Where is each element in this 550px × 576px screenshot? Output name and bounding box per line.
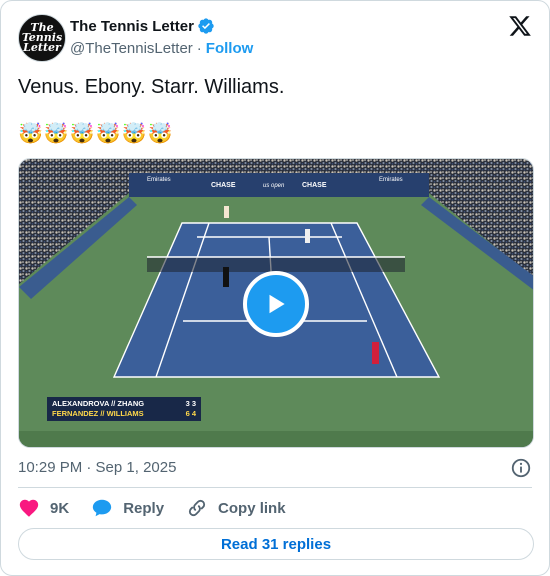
copy-link-button[interactable]: Copy link bbox=[186, 497, 286, 519]
handle-row: @TheTennisLetter · Follow bbox=[70, 40, 253, 57]
divider bbox=[18, 487, 532, 488]
x-logo-icon[interactable] bbox=[508, 14, 532, 38]
banner-chase-1: CHASE bbox=[211, 182, 236, 189]
reply-button[interactable]: Reply bbox=[91, 497, 164, 519]
action-bar: 9K Reply Copy link bbox=[18, 497, 308, 519]
info-icon[interactable] bbox=[510, 457, 532, 479]
play-icon bbox=[269, 294, 285, 314]
display-name[interactable]: The Tennis Letter bbox=[70, 18, 194, 35]
banner-chase-2: CHASE bbox=[302, 182, 327, 189]
reply-label: Reply bbox=[123, 499, 165, 517]
author-name-row: The Tennis Letter bbox=[70, 17, 215, 35]
banner-usopen: us open bbox=[263, 183, 285, 189]
tweet-emojis: 🤯🤯🤯🤯🤯🤯 bbox=[18, 123, 174, 145]
copy-link-label: Copy link bbox=[218, 499, 286, 517]
like-button[interactable]: 9K bbox=[18, 497, 69, 519]
scoreboard: ALEXANDROVA // ZHANG 3 3 FERNANDEZ // WI… bbox=[47, 397, 201, 421]
separator: · bbox=[196, 40, 202, 57]
scoreboard-row-2: FERNANDEZ // WILLIAMS 6 4 bbox=[52, 409, 196, 418]
read-replies-button[interactable]: Read 31 replies bbox=[18, 528, 534, 560]
heart-icon bbox=[19, 499, 39, 517]
reply-bubble-icon bbox=[93, 499, 112, 517]
tweet-card: The Tennis Letter The Tennis Letter @The… bbox=[0, 0, 550, 576]
video-player[interactable]: Emirates CHASE us open CHASE Emirates AL… bbox=[18, 158, 534, 448]
banner-emirates-right: Emirates bbox=[379, 177, 403, 183]
verified-badge-icon bbox=[198, 18, 214, 34]
play-button[interactable] bbox=[243, 271, 309, 337]
scoreboard-row-1: ALEXANDROVA // ZHANG 3 3 bbox=[52, 399, 196, 408]
handle[interactable]: @TheTennisLetter bbox=[70, 40, 193, 57]
timestamp[interactable]: 10:29 PM · Sep 1, 2025 bbox=[18, 459, 176, 476]
avatar[interactable]: The Tennis Letter bbox=[18, 14, 66, 62]
tweet-text: Venus. Ebony. Starr. Williams. bbox=[18, 76, 285, 98]
like-count: 9K bbox=[50, 499, 70, 517]
link-icon bbox=[188, 499, 206, 517]
follow-button[interactable]: Follow bbox=[206, 40, 254, 57]
banner-emirates-left: Emirates bbox=[147, 177, 171, 183]
